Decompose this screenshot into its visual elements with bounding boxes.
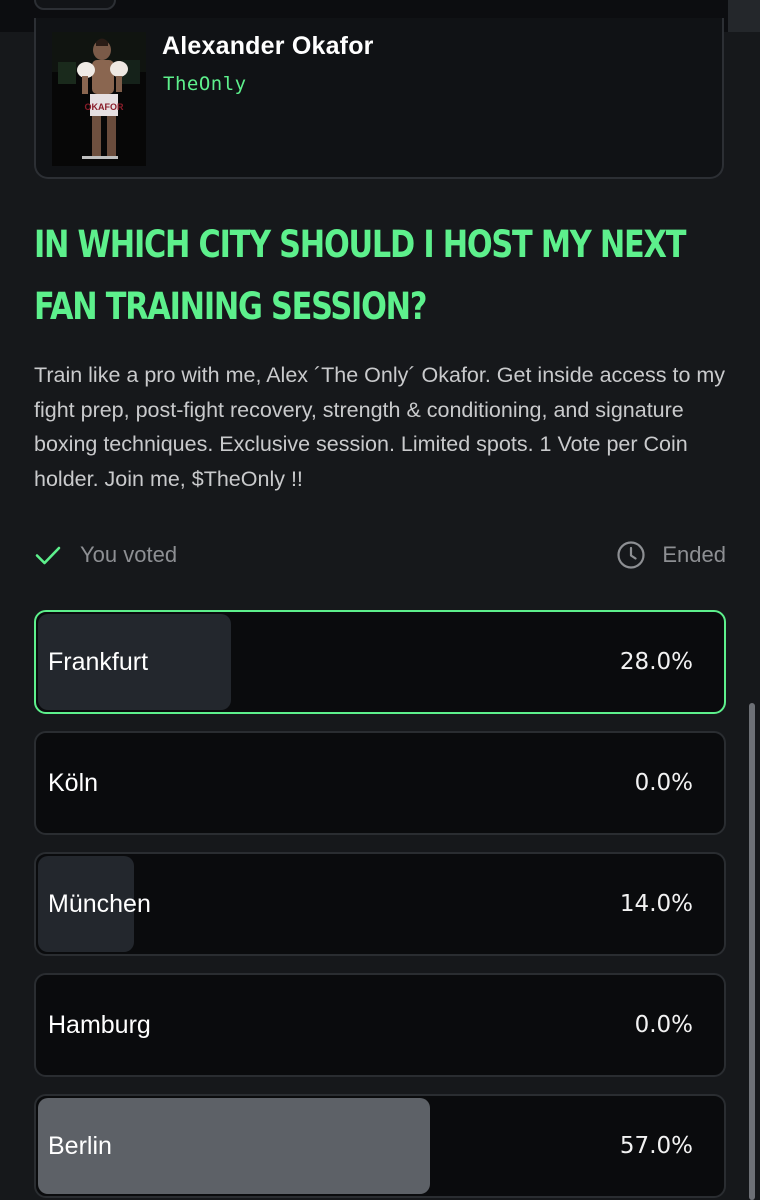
poll-status-row: You voted Ended — [34, 536, 726, 574]
header-corner — [728, 0, 760, 32]
poll-option-percent: 28.0% — [619, 649, 693, 675]
poll-option[interactable]: Köln 0.0% — [34, 731, 726, 835]
ended-status-text: Ended — [662, 542, 726, 567]
poll-description: Train like a pro with me, Alex ´The Only… — [34, 363, 726, 491]
check-icon — [34, 541, 62, 569]
creator-name[interactable]: Alexander Okafor — [162, 32, 374, 61]
photo-trunks-text: OKAFOR — [85, 102, 124, 112]
clock-icon — [616, 540, 646, 570]
voted-status: You voted — [34, 536, 177, 574]
creator-photo: OKAFOR — [52, 32, 146, 166]
poll-panel: OKAFOR Alexander Okafor TheOnly In which… — [0, 0, 760, 1200]
poll-option[interactable]: Berlin 57.0% — [34, 1094, 726, 1198]
scrollbar[interactable] — [749, 703, 755, 1200]
creator-handle[interactable]: TheOnly — [163, 73, 247, 95]
poll-option[interactable]: München 14.0% — [34, 852, 726, 956]
poll-options: Frankfurt 28.0% Köln 0.0% München 14.0% … — [34, 610, 726, 1200]
poll-option-percent: 14.0% — [619, 891, 693, 917]
poll-option-percent: 0.0% — [634, 770, 693, 796]
poll-option-label: Frankfurt — [48, 647, 149, 676]
poll-title: In which city should I host my next fan … — [34, 223, 686, 328]
poll-option-label: Hamburg — [48, 1010, 151, 1039]
poll-option[interactable]: Hamburg 0.0% — [34, 973, 726, 1077]
back-button[interactable] — [34, 0, 116, 10]
poll-option-percent: 0.0% — [634, 1012, 693, 1038]
poll-option-label: Berlin — [48, 1131, 112, 1160]
ended-status: Ended — [616, 536, 726, 574]
poll-option-label: Köln — [48, 768, 99, 797]
creator-card[interactable]: OKAFOR Alexander Okafor TheOnly — [34, 18, 724, 179]
poll-option-label: München — [48, 889, 151, 918]
boxer-image: OKAFOR — [52, 32, 146, 166]
poll-option-percent: 57.0% — [619, 1133, 693, 1159]
voted-status-text: You voted — [80, 542, 178, 567]
poll-option[interactable]: Frankfurt 28.0% — [34, 610, 726, 714]
